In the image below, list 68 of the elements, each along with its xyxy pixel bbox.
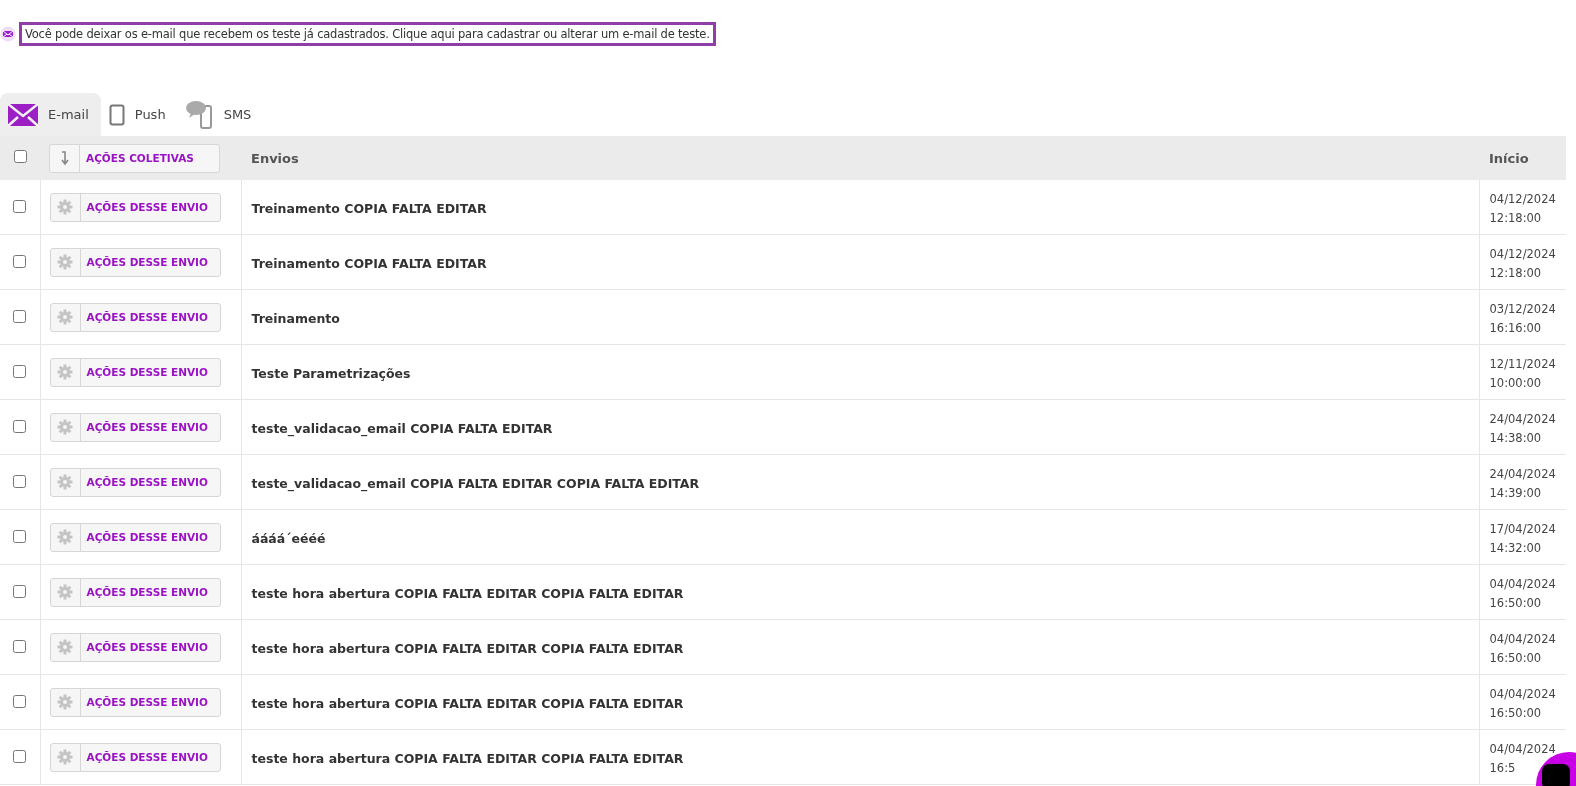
sms-phone-icon	[185, 99, 214, 130]
start-date: 04/04/2024 16:50:00	[1489, 632, 1556, 665]
select-all-checkbox[interactable]	[13, 150, 27, 163]
send-actions-button[interactable]: AÇÕES DESSE ENVIO	[49, 632, 221, 662]
row-checkbox[interactable]	[13, 749, 27, 763]
row-checkbox[interactable]	[13, 419, 27, 433]
send-actions-button[interactable]: AÇÕES DESSE ENVIO	[49, 687, 221, 717]
send-actions-button[interactable]: AÇÕES DESSE ENVIO	[49, 247, 221, 277]
gear-icon	[57, 694, 73, 710]
start-date: 04/12/2024 12:18:00	[1489, 247, 1556, 280]
start-date: 24/04/2024 14:39:00	[1489, 467, 1556, 500]
start-date: 04/04/2024 16:5	[1489, 742, 1556, 775]
start-date: 03/12/2024 16:16:00	[1489, 302, 1556, 335]
send-actions-button[interactable]: AÇÕES DESSE ENVIO	[49, 467, 221, 497]
column-header: Início	[1479, 136, 1566, 180]
gear-icon	[57, 199, 73, 215]
row-checkbox[interactable]	[13, 309, 27, 323]
send-actions-button[interactable]: AÇÕES DESSE ENVIO	[49, 522, 221, 552]
send-actions-button[interactable]: AÇÕES DESSE ENVIO	[49, 192, 221, 222]
tab[interactable]: Push	[100, 93, 178, 136]
start-date: 04/04/2024 16:50:00	[1489, 577, 1556, 610]
row-checkbox[interactable]	[13, 639, 27, 653]
send-name: teste_validacao_email COPIA FALTA EDITAR COPIA FALTA EDITAR	[251, 475, 700, 491]
send-name: teste hora abertura COPIA FALTA EDITAR COPIA FALTA EDITAR	[251, 640, 684, 656]
gear-icon	[57, 749, 73, 765]
row-checkbox[interactable]	[13, 474, 27, 488]
start-date: 17/04/2024 14:32:00	[1489, 522, 1556, 555]
send-name: teste hora abertura COPIA FALTA EDITAR COPIA FALTA EDITAR	[251, 585, 684, 601]
envelope-icon	[8, 103, 38, 126]
row-checkbox[interactable]	[13, 364, 27, 378]
send-actions-button[interactable]: AÇÕES DESSE ENVIO	[49, 577, 221, 607]
gear-icon	[57, 364, 73, 380]
gear-icon	[57, 639, 73, 655]
arrow-down-icon	[59, 151, 70, 165]
send-actions-button[interactable]: AÇÕES DESSE ENVIO	[49, 742, 221, 772]
send-name: Treinamento COPIA FALTA EDITAR	[251, 200, 487, 216]
row-checkbox[interactable]	[13, 254, 27, 268]
tab[interactable]: SMS	[177, 93, 264, 136]
bulk-actions-button[interactable]: AÇÕES COLETIVAS	[49, 143, 220, 173]
gear-icon	[57, 529, 73, 545]
send-name: áááá´eééé	[251, 530, 326, 546]
send-name: teste hora abertura COPIA FALTA EDITAR COPIA FALTA EDITAR	[251, 695, 684, 711]
send-name: teste_validacao_email COPIA FALTA EDITAR	[251, 420, 553, 436]
start-date: 04/12/2024 12:18:00	[1489, 192, 1556, 225]
chat-icon	[1542, 764, 1570, 786]
column-header: Envios	[241, 136, 1479, 180]
start-date: 04/04/2024 16:50:00	[1489, 687, 1556, 720]
send-actions-button[interactable]: AÇÕES DESSE ENVIO	[49, 302, 221, 332]
send-name: Teste Parametrizações	[251, 365, 411, 381]
send-actions-button[interactable]: AÇÕES DESSE ENVIO	[49, 412, 221, 442]
test-email-notice[interactable]: Você pode deixar os e-mail que recebem os teste já cadastrados. Clique aqui para cadastrar ou alterar um e-mail de teste.	[19, 22, 716, 46]
gear-icon	[57, 419, 73, 435]
tab[interactable]: E-mail	[0, 93, 101, 136]
gear-icon	[57, 254, 73, 270]
row-checkbox[interactable]	[13, 694, 27, 708]
row-checkbox[interactable]	[13, 529, 27, 543]
phone-icon	[108, 103, 125, 126]
gear-icon	[57, 309, 73, 325]
send-name: Treinamento	[251, 310, 340, 326]
row-checkbox[interactable]	[13, 584, 27, 598]
send-actions-button[interactable]: AÇÕES DESSE ENVIO	[49, 357, 221, 387]
start-date: 24/04/2024 14:38:00	[1489, 412, 1556, 445]
send-name: Treinamento COPIA FALTA EDITAR	[251, 255, 487, 271]
send-name: teste hora abertura COPIA FALTA EDITAR COPIA FALTA EDITAR	[251, 750, 684, 766]
gear-icon	[57, 474, 73, 490]
start-date: 12/11/2024 10:00:00	[1489, 357, 1556, 390]
gear-icon	[57, 584, 73, 600]
row-checkbox[interactable]	[13, 199, 27, 213]
